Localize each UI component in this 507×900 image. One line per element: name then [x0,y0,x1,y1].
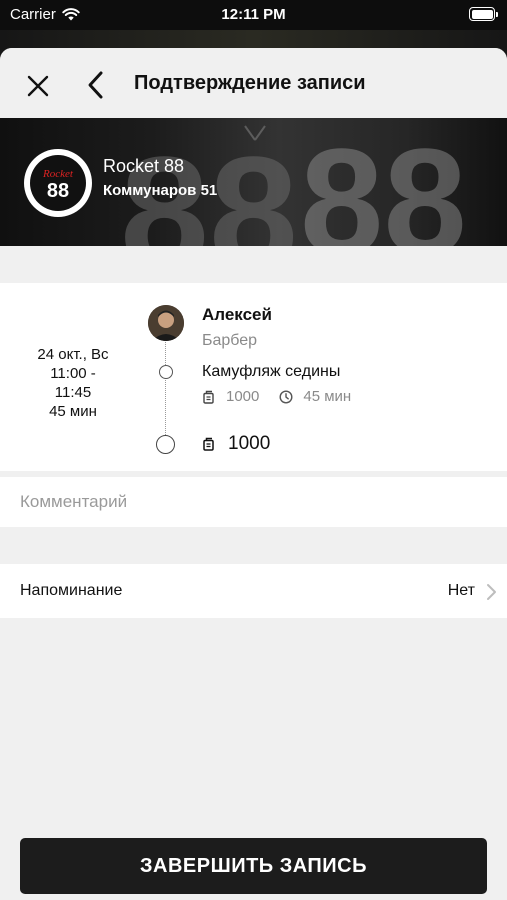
appointment-card: 24 окт., Вс 11:00 - 11:45 45 мин Алексей… [0,283,507,471]
reminder-label: Напоминание [20,582,123,599]
page-title: Подтверждение записи [134,72,366,94]
reminder-value: Нет [447,582,475,599]
appointment-time-end: 11:45 [54,384,92,401]
salon-banner: 88 88 Rocket 88 Rocket 88 Коммунаров 51 [0,118,507,246]
timeline-total-dot [156,435,175,454]
master-name: Алексей [202,305,272,324]
svg-text:88: 88 [47,180,69,202]
service-name: Камуфляж седины [202,363,341,380]
chevron-left-icon [88,71,103,99]
master-role: Барбер [202,332,258,349]
svg-text:Rocket: Rocket [42,168,74,180]
salon-address: Коммунаров 51 [103,182,218,199]
finish-booking-button[interactable]: ЗАВЕРШИТЬ ЗАПИСЬ [20,838,487,894]
nav-bar: Подтверждение записи [0,48,507,118]
svg-text:88: 88 [300,118,467,246]
battery-icon [469,7,498,21]
appointment-duration: 45 мин [49,403,97,420]
back-button[interactable] [82,68,110,102]
close-button[interactable] [22,70,54,102]
appointment-datetime: 24 окт., Вс 11:00 - 11:45 45 мин [14,345,132,421]
status-bar: Carrier 12:11 PM [0,0,507,30]
appointment-date: 24 окт., Вс [37,346,109,363]
service-duration: 45 мин [303,388,352,405]
booking-confirmation-sheet: Подтверждение записи 88 88 Rocket 88 Roc… [0,48,507,900]
service-price: 1000 [226,388,260,405]
service-meta: 1000 45 мин [202,388,351,405]
salon-name: Rocket 88 [103,156,185,176]
timeline-connector [165,337,166,437]
clock-icon [279,389,293,404]
close-icon [27,75,49,97]
appointment-time-start: 11:00 - [50,365,96,382]
total-value: 1000 [228,433,271,454]
timeline-service-dot [159,365,173,379]
chevron-right-icon [487,584,496,600]
reminder-row[interactable]: Напоминание Нет [0,564,507,618]
master-avatar [148,305,184,341]
total-price: 1000 [202,433,270,455]
salon-logo: Rocket 88 [24,149,92,217]
price-tag-icon [203,390,214,404]
comment-row [0,477,507,527]
comment-input[interactable] [20,477,490,527]
price-tag-icon [203,437,214,451]
status-time: 12:11 PM [221,6,286,23]
